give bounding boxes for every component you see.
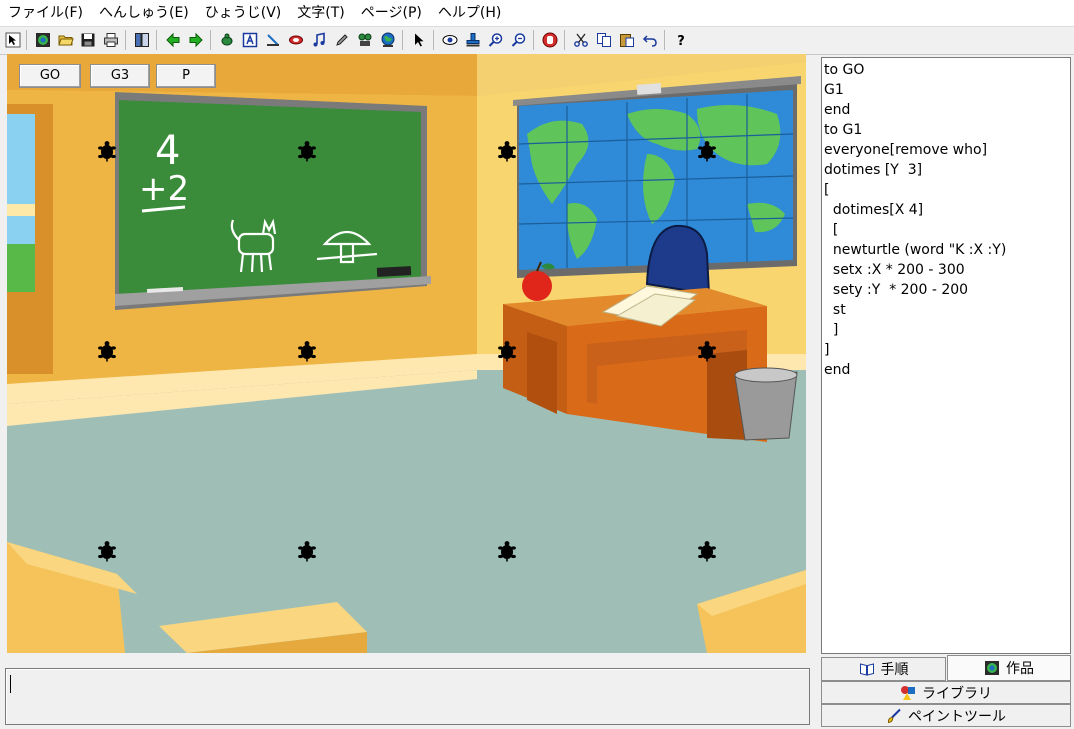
menu-page[interactable]: ページ(P) (353, 0, 430, 26)
svg-text:?: ? (677, 34, 685, 48)
code-line: sety :Y * 200 - 200 (824, 282, 969, 298)
select-arrow-icon[interactable] (4, 31, 22, 49)
turtle-icon[interactable] (696, 540, 718, 562)
paintbrush-icon (887, 708, 901, 723)
zoom-out-icon[interactable] (510, 31, 528, 49)
menu-bar: ファイル(F) へんしゅう(E) ひょうじ(V) 文字(T) ページ(P) ヘル… (0, 0, 1074, 26)
text-caret (10, 675, 11, 693)
tab-procedures[interactable]: 手順 (821, 657, 946, 681)
code-line: end (824, 362, 851, 378)
p-button[interactable]: P (156, 64, 216, 88)
code-line: st (824, 302, 846, 318)
tab-project[interactable]: 作品 (947, 655, 1071, 681)
code-line: to GO (824, 62, 865, 78)
menu-text[interactable]: 文字(T) (289, 0, 352, 26)
turtle-icon[interactable] (496, 340, 518, 362)
turtle-icon[interactable] (96, 540, 118, 562)
code-line: ] (824, 342, 830, 358)
music-note-icon[interactable] (310, 31, 328, 49)
stamp-icon[interactable] (464, 31, 482, 49)
tab-library-label: ライブラリ (922, 685, 992, 702)
code-line: [ (824, 222, 839, 238)
light-icon[interactable] (287, 31, 305, 49)
slider-icon[interactable] (264, 31, 282, 49)
library-shapes-icon (901, 685, 915, 700)
eye-icon[interactable] (441, 31, 459, 49)
tab-procedures-label: 手順 (880, 662, 909, 678)
print-icon[interactable] (102, 31, 120, 49)
go-button[interactable]: GO (19, 64, 81, 88)
new-page-icon[interactable] (34, 31, 52, 49)
code-line: to G1 (824, 122, 863, 138)
tab-library[interactable]: ライブラリ (821, 681, 1071, 704)
classroom-background: 4 +2 (7, 54, 806, 653)
turtle-icon[interactable] (296, 140, 318, 162)
tab-paint-tools-label: ペイントツール (908, 708, 1006, 725)
turtle-icon[interactable] (496, 140, 518, 162)
cut-icon[interactable] (572, 31, 590, 49)
animation-icon[interactable] (356, 31, 374, 49)
turtle-icon[interactable] (96, 140, 118, 162)
menu-file[interactable]: ファイル(F) (0, 0, 91, 26)
code-line: [ (824, 182, 830, 198)
code-line: dotimes[X 4] (824, 202, 924, 218)
code-line: newturtle (word "K :X :Y) (824, 242, 1007, 258)
back-arrow-icon[interactable] (164, 31, 182, 49)
turtle-icon[interactable] (96, 340, 118, 362)
text-box-icon[interactable] (241, 31, 259, 49)
forward-arrow-icon[interactable] (187, 31, 205, 49)
chalk-plus-2: +2 (139, 169, 189, 209)
g3-button[interactable]: G3 (90, 64, 150, 88)
code-line: dotimes [Y 3] (824, 162, 923, 178)
menu-help[interactable]: ヘルプ(H) (430, 0, 509, 26)
chalk-number-4: 4 (155, 128, 180, 174)
code-line: ] (824, 322, 839, 338)
pencil-icon[interactable] (333, 31, 351, 49)
turtle-icon[interactable] (696, 340, 718, 362)
new-turtle-icon[interactable] (218, 31, 236, 49)
globe-icon[interactable] (379, 31, 397, 49)
page-list-icon[interactable] (133, 31, 151, 49)
code-line: end (824, 102, 851, 118)
code-line: G1 (824, 82, 844, 98)
code-line: setx :X * 200 - 300 (824, 262, 965, 278)
turtle-icon[interactable] (696, 140, 718, 162)
stage-canvas[interactable]: 4 +2 GO G3 P (7, 54, 806, 653)
toolbar: ? (0, 26, 1074, 55)
stop-hand-icon[interactable] (541, 31, 559, 49)
code-line: everyone[remove who] (824, 142, 988, 158)
menu-view[interactable]: ひょうじ(V) (197, 0, 290, 26)
open-folder-icon[interactable] (57, 31, 75, 49)
tab-paint-tools[interactable]: ペイントツール (821, 704, 1071, 727)
paste-icon[interactable] (618, 31, 636, 49)
turtle-icon[interactable] (296, 340, 318, 362)
project-icon (985, 661, 999, 675)
book-icon (859, 663, 874, 676)
command-center-box[interactable] (5, 668, 810, 725)
procedures-editor[interactable]: to GO G1 end to G1 everyone[remove who] dotim… (821, 57, 1071, 654)
menu-edit[interactable]: へんしゅう(E) (91, 0, 197, 26)
copy-icon[interactable] (595, 31, 613, 49)
undo-icon[interactable] (641, 31, 659, 49)
pointer-icon[interactable] (410, 31, 428, 49)
turtle-icon[interactable] (296, 540, 318, 562)
zoom-in-icon[interactable] (487, 31, 505, 49)
save-disk-icon[interactable] (79, 31, 97, 49)
help-icon[interactable]: ? (672, 31, 690, 49)
tab-project-label: 作品 (1006, 661, 1034, 677)
turtle-icon[interactable] (496, 540, 518, 562)
